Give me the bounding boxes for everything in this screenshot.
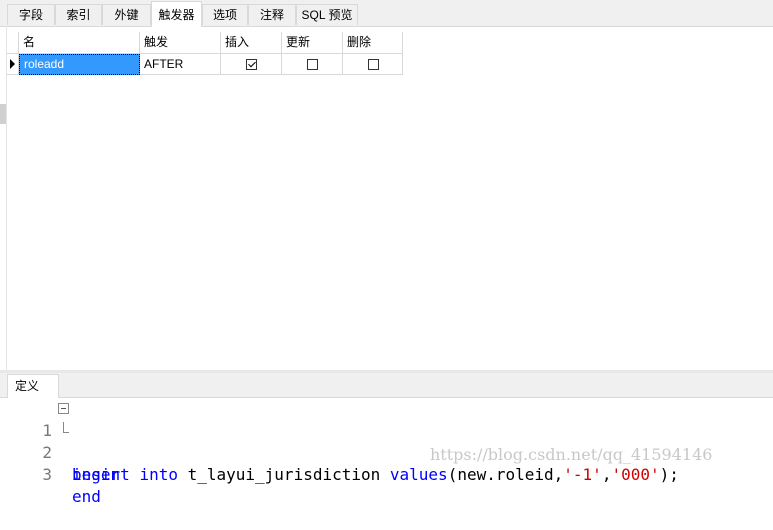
line-number: 3 [42,465,52,484]
code-text: end [72,486,101,508]
code-text: insert into t_layui_jurisdiction values(… [72,464,679,486]
sql-keyword: values [389,465,448,484]
sql-text: ); [659,465,679,484]
sql-string: '-1' [563,465,602,484]
tab-bar: 字段 索引 外键 触发器 选项 注释 SQL 预览 [0,0,773,27]
delete-checkbox[interactable] [368,59,379,70]
definition-tab-bar: 定义 [0,373,773,398]
watermark: https://blog.csdn.net/qq_41594146 [430,445,713,464]
tab-sql-preview[interactable]: SQL 预览 [296,4,358,25]
trigger-delete-cell [343,54,403,75]
tab-definition[interactable]: 定义 [7,374,59,398]
tab-foreign-keys[interactable]: 外键 [102,4,151,25]
code-line-1: 1 begin [0,398,773,484]
current-row-indicator [7,54,19,75]
update-checkbox[interactable] [307,59,318,70]
column-header-fire[interactable]: 触发 [140,32,221,54]
header-corner [7,32,19,54]
code-line-2: 2 insert into t_layui_jurisdiction value… [0,420,773,484]
trigger-fire-cell[interactable]: AFTER [140,54,221,75]
tab-comment[interactable]: 注释 [248,4,296,25]
fold-guide-line [63,422,64,432]
column-header-update[interactable]: 更新 [282,32,343,54]
fold-guide-end [63,432,69,433]
tab-fields[interactable]: 字段 [7,4,55,25]
sql-string: '000' [611,465,660,484]
trigger-insert-cell [221,54,282,75]
left-separator [6,26,7,370]
tab-triggers[interactable]: 触发器 [151,1,202,27]
column-header-delete[interactable]: 删除 [343,32,403,54]
insert-checkbox[interactable] [246,59,257,70]
column-header-name[interactable]: 名 [19,32,140,54]
sql-text: (new.roleid, [447,465,564,484]
tab-indexes[interactable]: 索引 [55,4,102,25]
sql-keyword: insert [72,465,130,484]
sql-keyword: into [139,465,178,484]
tab-options[interactable]: 选项 [202,4,248,25]
fold-collapse-icon[interactable] [58,403,69,414]
trigger-update-cell [282,54,343,75]
sql-editor[interactable]: 1 begin 2 insert into t_layui_jurisdicti… [0,398,773,506]
trigger-name-cell[interactable]: roleadd [19,54,140,75]
sql-keyword: end [72,487,101,506]
column-header-insert[interactable]: 插入 [221,32,282,54]
sql-text: , [601,465,612,484]
trigger-grid: 名 触发 插入 更新 删除 roleadd AFTER [7,32,403,75]
sql-text: t_layui_jurisdiction [177,465,390,484]
